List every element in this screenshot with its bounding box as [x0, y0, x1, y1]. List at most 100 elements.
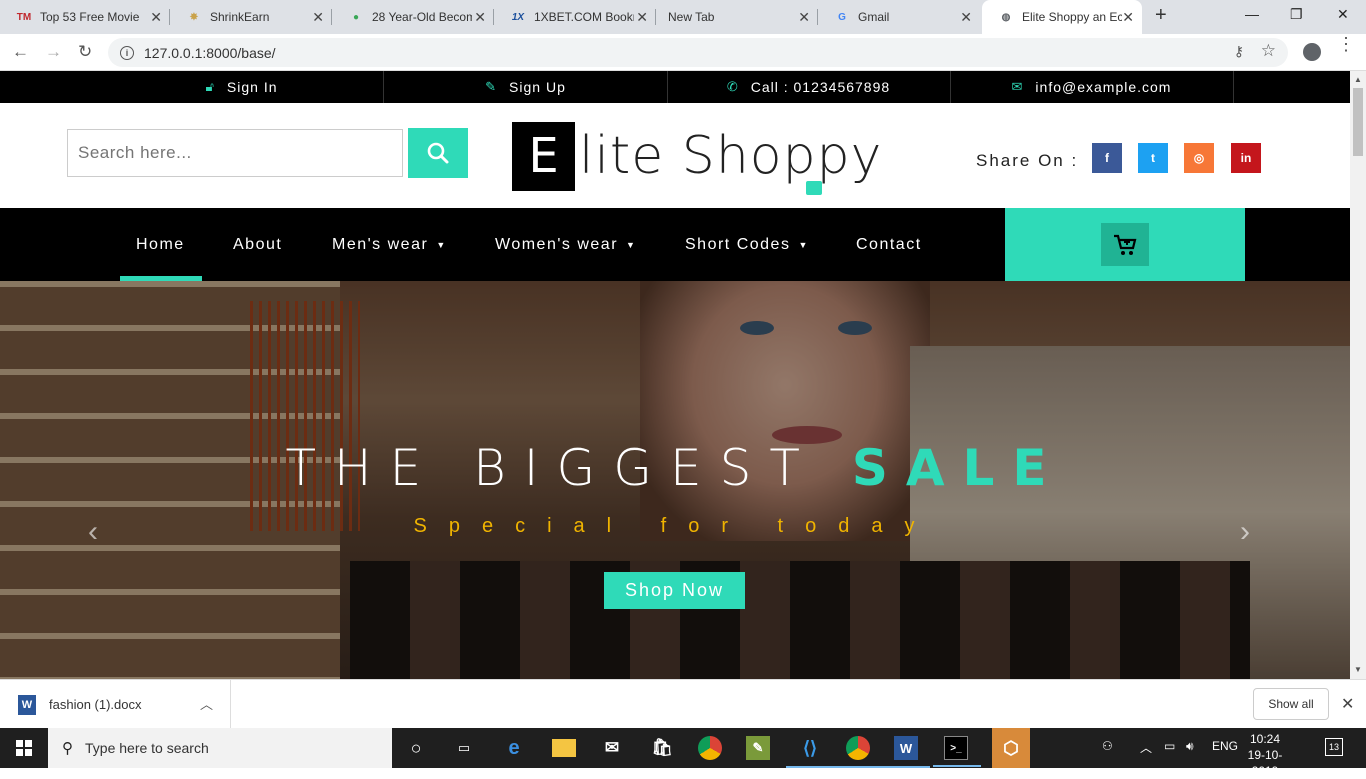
close-icon[interactable]: ✕ — [1341, 694, 1354, 714]
bookmark-star-icon[interactable]: ☆ — [1261, 41, 1276, 61]
cart-button[interactable] — [1101, 223, 1149, 266]
tab-title: 28 Year-Old Becom — [372, 10, 472, 24]
forward-arrow-icon[interactable]: → — [45, 42, 62, 62]
mail-icon[interactable]: ✉ — [600, 736, 624, 760]
download-item[interactable]: W fashion (1).docx ︿ — [0, 680, 231, 729]
url-text[interactable]: 127.0.0.1:8000/base/ — [144, 45, 276, 61]
nav-home[interactable]: Home — [136, 208, 185, 281]
shop-now-button[interactable]: Shop Now — [604, 572, 745, 609]
close-tab-icon[interactable]: ✕ — [474, 9, 486, 26]
tab-favicon-icon: ✸ — [189, 11, 199, 23]
windows-logo-icon — [16, 740, 32, 756]
scroll-up-icon[interactable]: ▲ — [1354, 75, 1362, 84]
chevron-up-icon[interactable]: ︿ — [200, 694, 213, 713]
tab-favicon-icon: G — [838, 11, 846, 23]
chrome-active-icon[interactable] — [834, 736, 882, 768]
terminal-icon[interactable]: >_ — [933, 736, 981, 767]
taskbar-search[interactable]: ⚲ Type here to search — [48, 728, 392, 768]
close-tab-icon[interactable]: ✕ — [798, 9, 810, 26]
browser-menu-icon[interactable]: ⋮ — [1337, 35, 1355, 53]
nav-mens-wear[interactable]: Men's wear ▼ — [332, 208, 447, 281]
search-input[interactable] — [67, 129, 403, 177]
instagram-icon[interactable]: ◎ — [1184, 143, 1214, 173]
hero-heading: THE BIGGEST SALE — [0, 439, 1350, 497]
key-icon[interactable]: ⚷ — [1234, 43, 1244, 60]
vscode-icon[interactable]: ⟨⟩ — [786, 736, 834, 768]
word-icon[interactable]: W — [882, 736, 930, 768]
task-view-icon[interactable]: ▭ — [452, 736, 476, 760]
browser-tab[interactable]: G Gmail ✕ — [818, 0, 980, 34]
show-all-button[interactable]: Show all — [1253, 688, 1329, 720]
network-icon[interactable]: ▭ — [1164, 739, 1175, 753]
virtualbox-icon[interactable]: ⬡ — [992, 728, 1030, 768]
tab-title: Gmail — [858, 10, 890, 24]
browser-tab[interactable]: 1X 1XBET.COM Bookm ✕ — [494, 0, 656, 34]
nav-about[interactable]: About — [233, 208, 282, 281]
site-logo[interactable]: E lite Shoppy — [512, 121, 882, 191]
site-info-icon[interactable]: i — [120, 45, 134, 60]
browser-tab-active[interactable]: ◍ Elite Shoppy an Ec ✕ — [982, 0, 1142, 34]
share-label: Share On : — [976, 151, 1079, 170]
reload-icon[interactable]: ↻ — [78, 42, 92, 62]
taskbar-clock[interactable]: 10:24 19-10-2019 — [1235, 731, 1295, 779]
browser-tab[interactable]: ✸ ShrinkEarn ✕ — [170, 0, 332, 34]
word-file-icon: W — [18, 694, 36, 715]
nav-short-codes[interactable]: Short Codes ▼ — [685, 208, 809, 281]
profile-avatar-icon[interactable] — [1303, 43, 1321, 61]
volume-icon[interactable]: 🔊︎ — [1186, 739, 1194, 754]
scroll-down-icon[interactable]: ▼ — [1354, 665, 1362, 674]
tab-title: Top 53 Free Movie — [40, 10, 140, 24]
close-tab-icon[interactable]: ✕ — [150, 9, 162, 26]
cortana-icon[interactable]: ○ — [404, 736, 428, 760]
close-tab-icon[interactable]: ✕ — [636, 9, 648, 26]
people-icon[interactable]: ⚇ — [1102, 739, 1113, 753]
tray-chevron-up-icon[interactable]: ︿ — [1140, 739, 1152, 756]
new-tab-button[interactable]: + — [1155, 4, 1167, 27]
linkedin-icon[interactable]: in — [1231, 143, 1261, 173]
sign-up-label: Sign Up — [509, 79, 566, 95]
browser-tab[interactable]: New Tab ✕ — [656, 0, 818, 34]
back-arrow-icon[interactable]: ← — [12, 42, 29, 62]
notifications-badge[interactable]: 13 — [1325, 738, 1343, 756]
logo-text: lite Shoppy — [579, 126, 883, 186]
carousel-next-icon[interactable]: › — [1240, 515, 1250, 549]
close-tab-icon[interactable]: ✕ — [312, 9, 324, 26]
close-tab-icon[interactable]: ✕ — [1122, 9, 1134, 26]
taskbar-search-placeholder: Type here to search — [85, 740, 209, 756]
sign-in-link[interactable]: 🔓︎ Sign In — [100, 71, 384, 103]
nav-womens-wear-label: Women's wear — [495, 235, 619, 253]
scrollbar-thumb[interactable] — [1353, 88, 1363, 156]
file-explorer-icon[interactable] — [552, 739, 576, 757]
search-icon: ⚲ — [62, 740, 73, 757]
nav-home-label: Home — [136, 235, 185, 253]
address-bar[interactable]: i 127.0.0.1:8000/base/ ⚷ ☆ — [108, 38, 1288, 67]
minimize-button[interactable]: — — [1245, 6, 1259, 22]
hero-heading-main: THE BIGGEST — [285, 439, 852, 497]
page-scrollbar[interactable]: ▲ ▼ — [1350, 71, 1366, 679]
close-tab-icon[interactable]: ✕ — [960, 9, 972, 26]
hero-subheading: Special for today — [413, 515, 937, 537]
carousel-prev-icon[interactable]: ‹ — [88, 515, 98, 549]
close-window-button[interactable]: ✕ — [1337, 6, 1349, 23]
caret-down-icon: ▼ — [798, 239, 809, 250]
search-button[interactable] — [408, 128, 468, 178]
twitter-icon[interactable]: t — [1138, 143, 1168, 173]
maximize-button[interactable]: ❐ — [1290, 6, 1303, 23]
browser-tab[interactable]: TM Top 53 Free Movie ✕ — [0, 0, 170, 34]
browser-tab[interactable]: ● 28 Year-Old Becom ✕ — [332, 0, 494, 34]
edge-icon[interactable]: e — [502, 736, 526, 760]
hero-banner: THE BIGGEST SALE Special for today Shop … — [0, 281, 1350, 679]
logo-initial: E — [512, 121, 575, 191]
tab-title: Elite Shoppy an Ec — [1022, 10, 1122, 24]
sign-up-link[interactable]: ✎ Sign Up — [384, 71, 668, 103]
chrome-icon[interactable] — [698, 736, 722, 760]
start-button[interactable] — [0, 728, 48, 768]
facebook-icon[interactable]: f — [1092, 143, 1122, 173]
nav-womens-wear[interactable]: Women's wear ▼ — [495, 208, 636, 281]
email-link[interactable]: ✉ info@example.com — [950, 71, 1234, 103]
editor-app-icon[interactable]: ✎ — [746, 736, 770, 760]
nav-contact[interactable]: Contact — [856, 208, 922, 281]
store-icon[interactable]: 🛍︎ — [650, 736, 674, 760]
tab-favicon-icon: ● — [352, 11, 360, 23]
caret-down-icon: ▼ — [436, 239, 447, 250]
